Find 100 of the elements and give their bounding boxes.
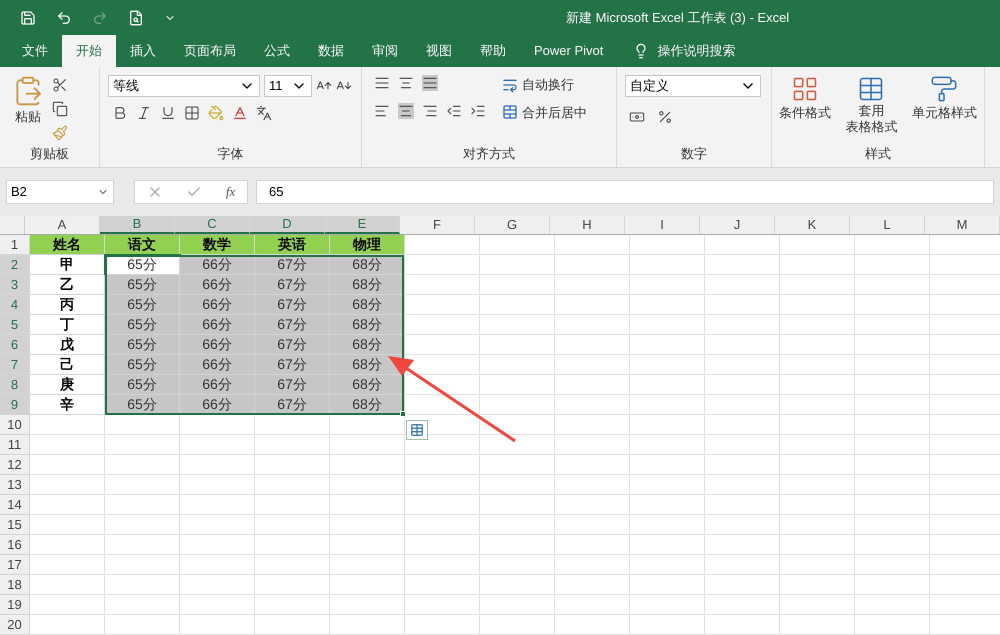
column-header[interactable]: C (175, 216, 250, 234)
row-header[interactable]: 11 (0, 435, 30, 455)
align-center-icon[interactable] (398, 103, 414, 119)
underline-icon[interactable] (160, 105, 176, 121)
column-heading-cell: 数学 (180, 235, 255, 255)
table-cell: 乙 (30, 275, 105, 295)
row-header[interactable]: 18 (0, 575, 30, 595)
ribbon-tab[interactable]: 文件 (8, 35, 62, 67)
ribbon-tab[interactable]: 开始 (62, 35, 116, 67)
row-header[interactable]: 2 (0, 255, 30, 275)
row-header[interactable]: 1 (0, 235, 30, 255)
row-header[interactable]: 14 (0, 495, 30, 515)
borders-icon[interactable] (184, 105, 200, 121)
group-label: 剪贴板 (30, 144, 69, 162)
paste-button[interactable]: 粘贴 (12, 75, 44, 126)
column-header[interactable]: K (775, 216, 850, 234)
undo-icon[interactable] (56, 10, 72, 26)
font-color-icon[interactable] (232, 105, 248, 121)
decrease-indent-icon[interactable] (446, 103, 462, 119)
font-size-dropdown[interactable]: 11 (264, 75, 312, 97)
table-cell: 66分 (180, 275, 255, 295)
fill-color-icon[interactable] (208, 105, 224, 121)
ribbon-tab[interactable]: 数据 (304, 35, 358, 67)
row-header[interactable]: 15 (0, 515, 30, 535)
column-header[interactable]: G (475, 216, 550, 234)
row-header[interactable]: 10 (0, 415, 30, 435)
column-header[interactable]: H (550, 216, 625, 234)
ribbon-tab[interactable]: 视图 (412, 35, 466, 67)
column-header[interactable]: L (850, 216, 925, 234)
table-cell: 己 (30, 355, 105, 375)
column-header[interactable]: F (400, 216, 475, 234)
row-header[interactable]: 13 (0, 475, 30, 495)
percent-icon[interactable] (657, 109, 673, 125)
row-header[interactable]: 4 (0, 295, 30, 315)
cut-icon[interactable] (52, 77, 68, 93)
table-cell: 辛 (30, 395, 105, 415)
ribbon-tab[interactable]: Power Pivot (520, 35, 618, 67)
number-format-dropdown[interactable]: 自定义 (625, 75, 761, 97)
group-label: 样式 (865, 144, 891, 162)
column-header[interactable]: E (325, 216, 400, 234)
row-header[interactable]: 19 (0, 595, 30, 615)
bottom-align-icon[interactable] (422, 75, 438, 91)
merge-center-button[interactable]: 合并后居中 (502, 102, 587, 122)
column-header[interactable]: I (625, 216, 700, 234)
cell-styles-button[interactable]: 单元格样式 (912, 75, 977, 144)
table-cell: 65分 (105, 335, 180, 355)
table-cell: 68分 (330, 295, 405, 315)
increase-indent-icon[interactable] (470, 103, 486, 119)
column-header[interactable]: M (925, 216, 1000, 234)
column-header[interactable]: J (700, 216, 775, 234)
print-preview-icon[interactable] (128, 10, 144, 26)
table-cell: 甲 (30, 255, 105, 275)
window-title: 新建 Microsoft Excel 工作表 (3) - Excel (566, 8, 790, 27)
table-cell: 65分 (105, 315, 180, 335)
phonetic-icon[interactable] (256, 105, 272, 121)
ribbon-tab[interactable]: 页面布局 (170, 35, 250, 67)
middle-align-icon[interactable] (398, 75, 414, 91)
format-as-table-button[interactable]: 套用 表格格式 (845, 75, 898, 144)
ribbon-tab[interactable]: 帮助 (466, 35, 520, 67)
row-header[interactable]: 7 (0, 355, 30, 375)
table-cell: 67分 (255, 255, 330, 275)
formula-field[interactable]: 65 (256, 180, 994, 204)
ribbon-tab[interactable]: 插入 (116, 35, 170, 67)
row-header[interactable]: 17 (0, 555, 30, 575)
row-header[interactable]: 6 (0, 335, 30, 355)
table-cell: 庚 (30, 375, 105, 395)
ribbon-tab[interactable]: 公式 (250, 35, 304, 67)
table-cell: 65分 (105, 355, 180, 375)
align-left-icon[interactable] (374, 103, 390, 119)
quick-analysis-icon[interactable] (406, 420, 428, 440)
table-cell: 68分 (330, 335, 405, 355)
fill-handle[interactable] (400, 411, 406, 417)
font-name-dropdown[interactable]: 等线 (108, 75, 260, 97)
table-cell: 66分 (180, 255, 255, 275)
row-header[interactable]: 5 (0, 315, 30, 335)
row-header[interactable]: 12 (0, 455, 30, 475)
table-cell: 67分 (255, 295, 330, 315)
column-header[interactable]: D (250, 216, 325, 234)
italic-icon[interactable] (136, 105, 152, 121)
conditional-formatting-button[interactable]: 条件格式 (779, 75, 832, 144)
save-icon[interactable] (20, 10, 36, 26)
insert-function-button[interactable]: fx (226, 182, 236, 202)
row-header[interactable]: 16 (0, 535, 30, 555)
row-header[interactable]: 3 (0, 275, 30, 295)
ribbon-tab[interactable]: 审阅 (358, 35, 412, 67)
name-box[interactable]: B2 (6, 180, 114, 204)
group-label: 对齐方式 (463, 144, 515, 162)
row-header[interactable]: 20 (0, 615, 30, 635)
row-header[interactable]: 9 (0, 395, 30, 415)
copy-icon[interactable] (52, 101, 68, 117)
table-cell: 67分 (255, 315, 330, 335)
table-cell: 65分 (105, 375, 180, 395)
tell-me-field[interactable]: 操作说明搜索 (657, 41, 778, 61)
column-header[interactable]: B (100, 216, 175, 234)
group-label: 数字 (681, 144, 707, 162)
top-align-icon[interactable] (374, 75, 390, 91)
row-header[interactable]: 8 (0, 375, 30, 395)
align-right-icon[interactable] (422, 103, 438, 119)
table-cell: 66分 (180, 395, 255, 415)
wrap-text-button[interactable]: 自动换行 (502, 75, 587, 94)
